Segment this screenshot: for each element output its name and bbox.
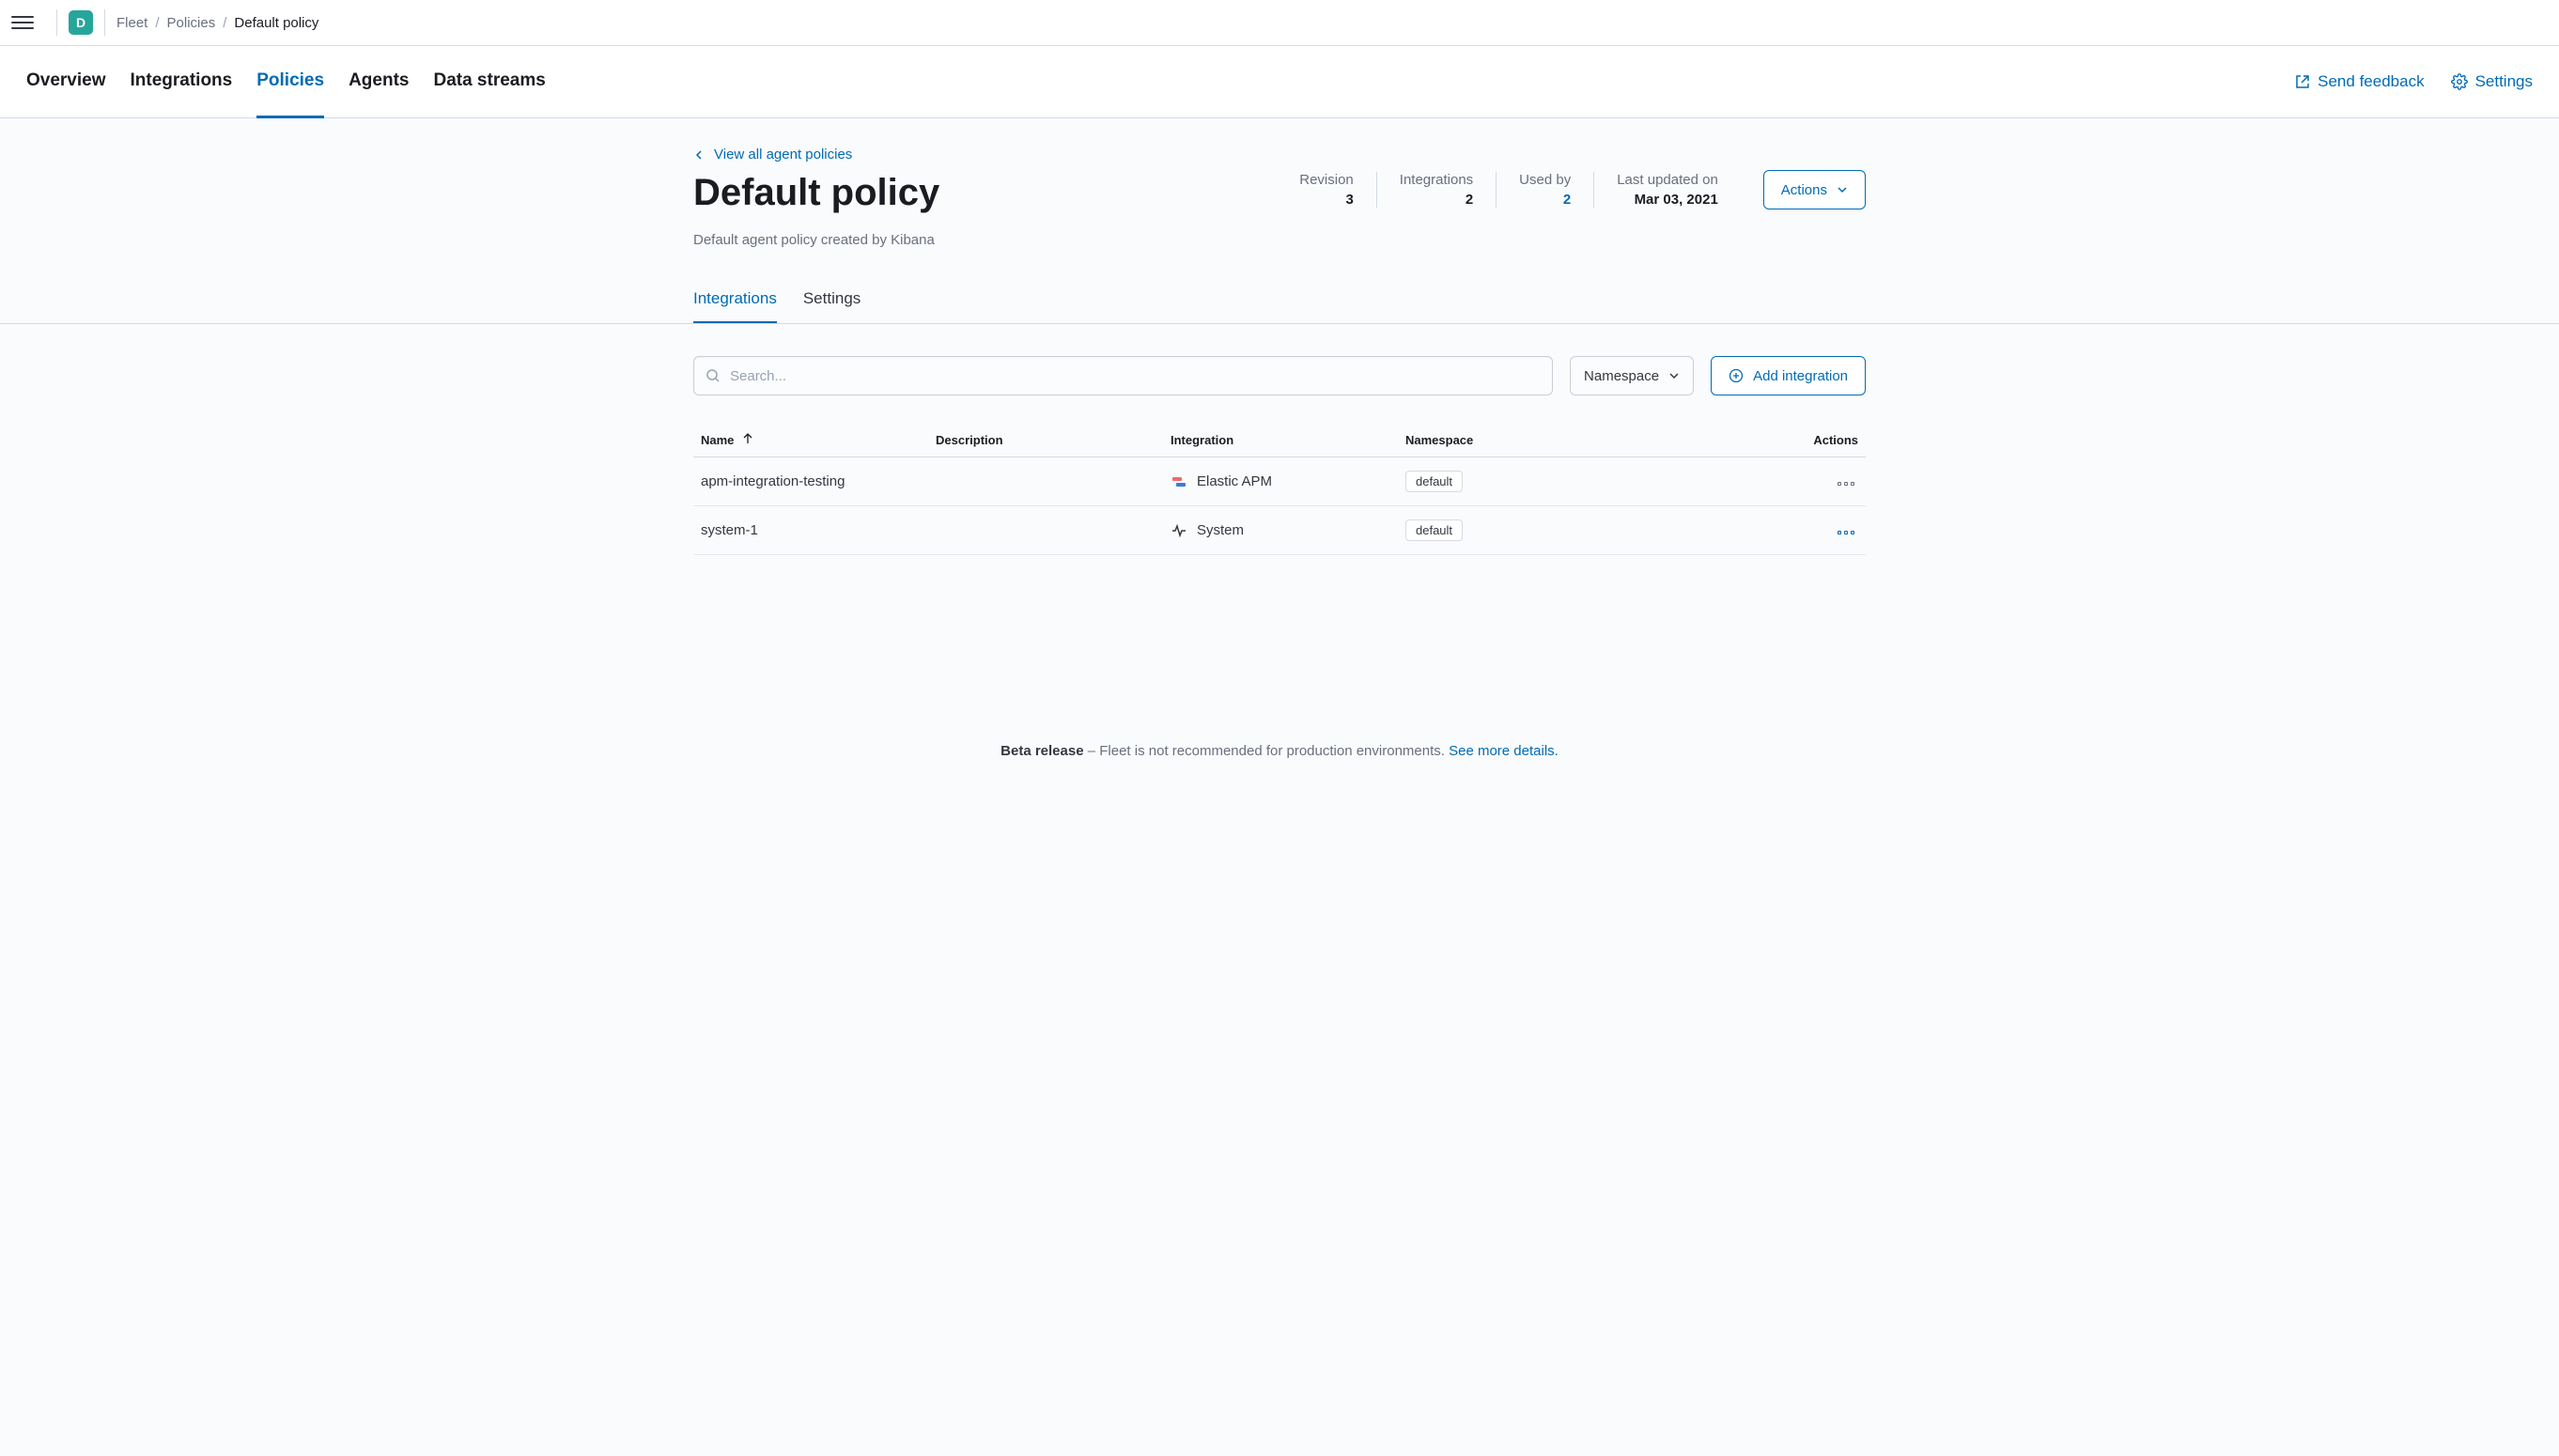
divider <box>104 9 105 36</box>
hamburger-menu-icon[interactable] <box>11 11 34 34</box>
column-description[interactable]: Description <box>928 424 1163 457</box>
search-icon <box>706 368 721 383</box>
cell-integration-label: Elastic APM <box>1197 473 1272 489</box>
nav-bar: Overview Integrations Policies Agents Da… <box>0 46 2559 118</box>
cell-integration-label: System <box>1197 522 1244 538</box>
breadcrumb-separator: / <box>223 15 226 31</box>
meta-label: Integrations <box>1400 172 1473 188</box>
meta-value: Mar 03, 2021 <box>1617 192 1718 208</box>
footer-note: Beta release – Fleet is not recommended … <box>693 724 1866 778</box>
page-body: View all agent policies Default policy R… <box>0 118 2559 1456</box>
system-integration-icon <box>1171 522 1187 539</box>
more-actions-icon[interactable] <box>1834 527 1858 538</box>
tab-data-streams[interactable]: Data streams <box>433 46 545 118</box>
chevron-down-icon <box>1668 370 1680 381</box>
nav-tabs: Overview Integrations Policies Agents Da… <box>26 46 546 118</box>
footer-link[interactable]: See more details. <box>1449 743 1559 759</box>
back-link[interactable]: View all agent policies <box>693 147 1866 163</box>
meta-label: Used by <box>1519 172 1571 188</box>
column-name-label: Name <box>701 433 734 447</box>
sub-tab-settings[interactable]: Settings <box>803 276 861 323</box>
breadcrumb-current: Default policy <box>234 15 318 31</box>
send-feedback-link[interactable]: Send feedback <box>2295 72 2424 91</box>
meta-value: 2 <box>1400 192 1473 208</box>
cell-actions <box>1772 457 1866 506</box>
settings-link[interactable]: Settings <box>2451 72 2533 91</box>
namespace-badge: default <box>1405 519 1463 541</box>
footer-text: – Fleet is not recommended for productio… <box>1084 743 1450 759</box>
table-row: system-1 System default <box>693 506 1866 555</box>
tab-overview[interactable]: Overview <box>26 46 106 118</box>
cell-description <box>928 506 1163 555</box>
tab-integrations[interactable]: Integrations <box>131 46 233 118</box>
apm-integration-icon <box>1171 473 1187 490</box>
breadcrumb-item[interactable]: Policies <box>167 15 216 31</box>
chevron-left-icon <box>693 149 705 161</box>
table-row: apm-integration-testing Elastic APM defa… <box>693 457 1866 506</box>
sub-tab-integrations[interactable]: Integrations <box>693 276 777 323</box>
sort-asc-icon <box>743 433 752 444</box>
actions-label: Actions <box>1781 182 1827 198</box>
footer-strong: Beta release <box>1000 743 1083 759</box>
plus-circle-icon <box>1729 368 1744 383</box>
settings-label: Settings <box>2475 72 2533 91</box>
column-name[interactable]: Name <box>693 424 928 457</box>
toolbar: Namespace Add integration <box>693 356 1866 395</box>
namespace-filter-button[interactable]: Namespace <box>1570 356 1694 395</box>
send-feedback-label: Send feedback <box>2318 72 2424 91</box>
cell-namespace: default <box>1398 457 1772 506</box>
tab-agents[interactable]: Agents <box>349 46 409 118</box>
cell-name: system-1 <box>693 506 928 555</box>
add-integration-label: Add integration <box>1753 368 1848 384</box>
cell-integration: Elastic APM <box>1163 457 1398 506</box>
tab-policies[interactable]: Policies <box>256 46 324 118</box>
top-bar: D Fleet / Policies / Default policy <box>0 0 2559 46</box>
cell-name: apm-integration-testing <box>693 457 928 506</box>
page-header: Default policy Revision 3 Integrations 2… <box>693 170 1866 215</box>
breadcrumb: Fleet / Policies / Default policy <box>116 15 318 31</box>
breadcrumb-item[interactable]: Fleet <box>116 15 147 31</box>
add-integration-button[interactable]: Add integration <box>1711 356 1866 395</box>
namespace-filter-label: Namespace <box>1584 368 1659 384</box>
meta-block: Revision 3 Integrations 2 Used by 2 Last… <box>1277 170 1866 209</box>
meta-label: Last updated on <box>1617 172 1718 188</box>
space-badge[interactable]: D <box>69 10 93 35</box>
gear-icon <box>2451 73 2468 90</box>
meta-revision: Revision 3 <box>1277 172 1377 208</box>
page-subtitle: Default agent policy created by Kibana <box>693 232 1866 248</box>
back-link-label: View all agent policies <box>714 147 852 163</box>
meta-updated: Last updated on Mar 03, 2021 <box>1594 172 1741 208</box>
meta-value: 3 <box>1299 192 1354 208</box>
breadcrumb-separator: / <box>155 15 159 31</box>
cell-description <box>928 457 1163 506</box>
page-title: Default policy <box>693 170 939 215</box>
cell-namespace: default <box>1398 506 1772 555</box>
sub-tabs: Integrations Settings <box>0 276 2559 324</box>
divider <box>56 9 57 36</box>
popout-icon <box>2295 74 2310 89</box>
meta-value-link[interactable]: 2 <box>1519 192 1571 208</box>
meta-usedby: Used by 2 <box>1497 172 1594 208</box>
column-integration[interactable]: Integration <box>1163 424 1398 457</box>
column-actions: Actions <box>1772 424 1866 457</box>
integrations-table: Name Description Integration Namespace A… <box>693 424 1866 555</box>
cell-integration: System <box>1163 506 1398 555</box>
namespace-badge: default <box>1405 471 1463 492</box>
cell-actions <box>1772 506 1866 555</box>
search-input[interactable] <box>730 368 1541 384</box>
search-box[interactable] <box>693 356 1553 395</box>
actions-button[interactable]: Actions <box>1763 170 1866 209</box>
chevron-down-icon <box>1837 184 1848 195</box>
column-namespace[interactable]: Namespace <box>1398 424 1772 457</box>
more-actions-icon[interactable] <box>1834 478 1858 489</box>
meta-label: Revision <box>1299 172 1354 188</box>
meta-integrations: Integrations 2 <box>1377 172 1497 208</box>
